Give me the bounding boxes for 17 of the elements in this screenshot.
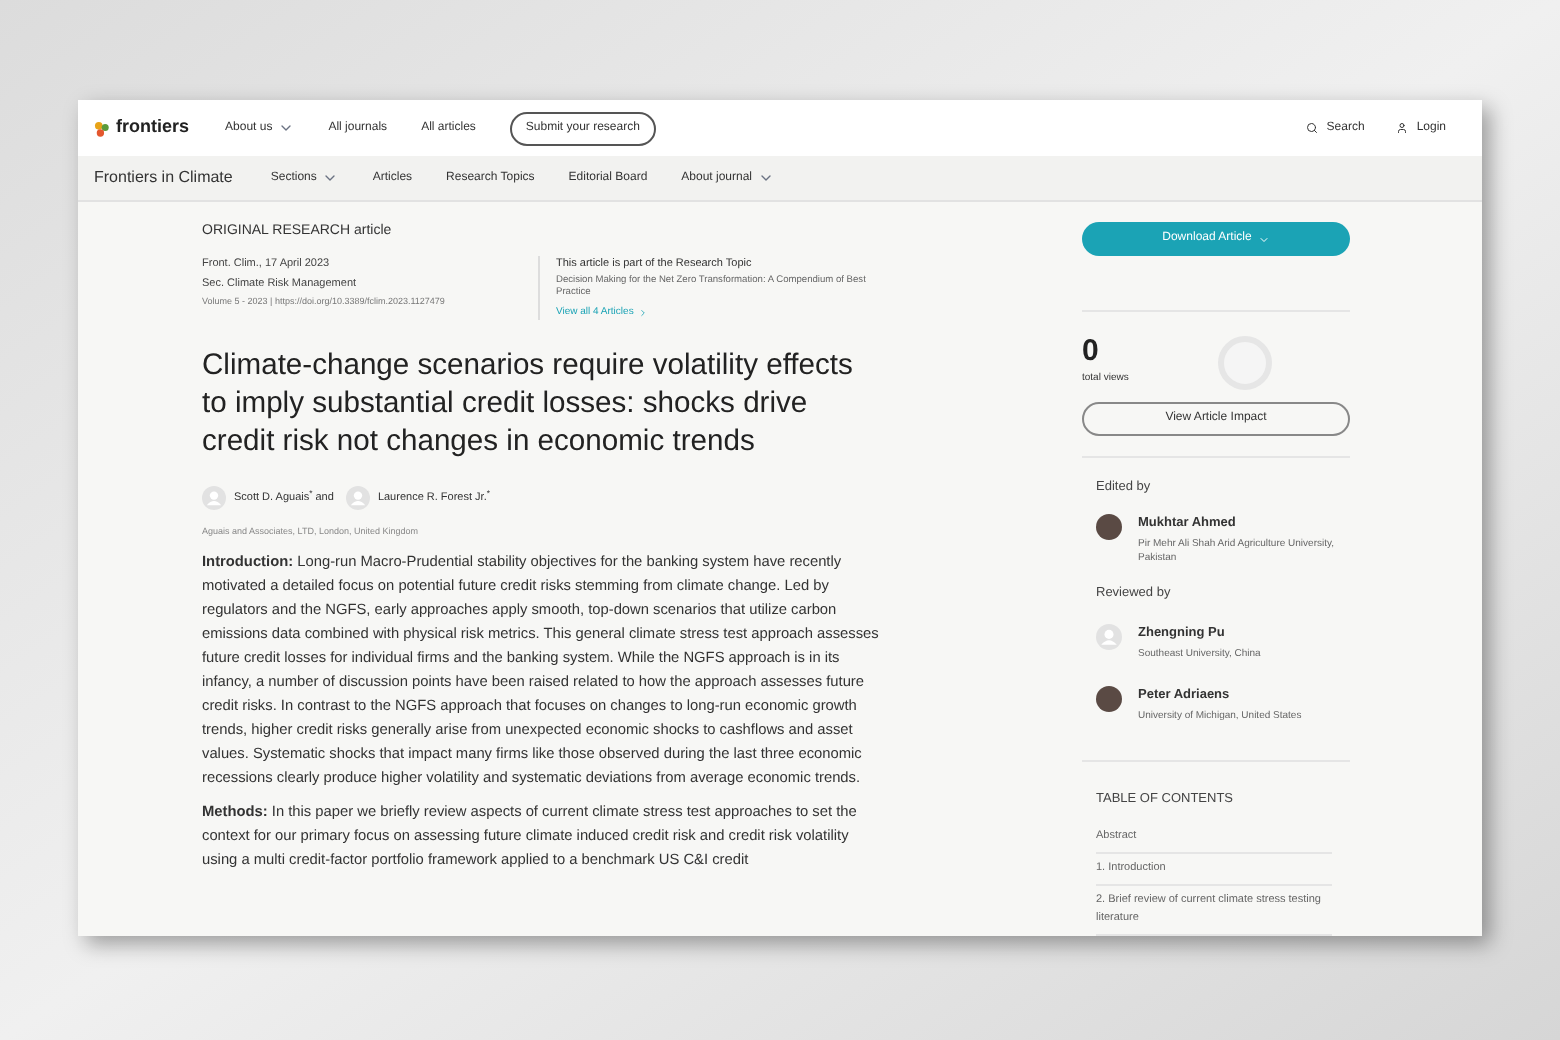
avatar-photo-placeholder — [1096, 513, 1122, 540]
journal-title[interactable]: Frontiers in Climate — [94, 166, 233, 190]
caret-icon — [1257, 233, 1270, 245]
article-title: Climate-change scenarios require volatility effects to imply substantial credit losses: shocks drive credit risk not changes in economic trends — [202, 348, 855, 463]
logo-icon — [94, 119, 110, 137]
caret-icon — [278, 120, 295, 136]
total-views-count: 0 — [1082, 336, 1101, 368]
avatar-photo-placeholder — [1096, 686, 1122, 712]
chevron-right-icon — [637, 308, 648, 318]
caret-icon — [322, 170, 339, 186]
user-icon — [1396, 122, 1409, 134]
avatar-icon — [202, 486, 226, 511]
search-icon — [1306, 122, 1319, 134]
caret-icon — [758, 170, 775, 186]
avatar-icon — [1096, 624, 1122, 651]
avatar-icon — [345, 486, 370, 511]
logo-text[interactable]: frontiers — [116, 114, 190, 142]
